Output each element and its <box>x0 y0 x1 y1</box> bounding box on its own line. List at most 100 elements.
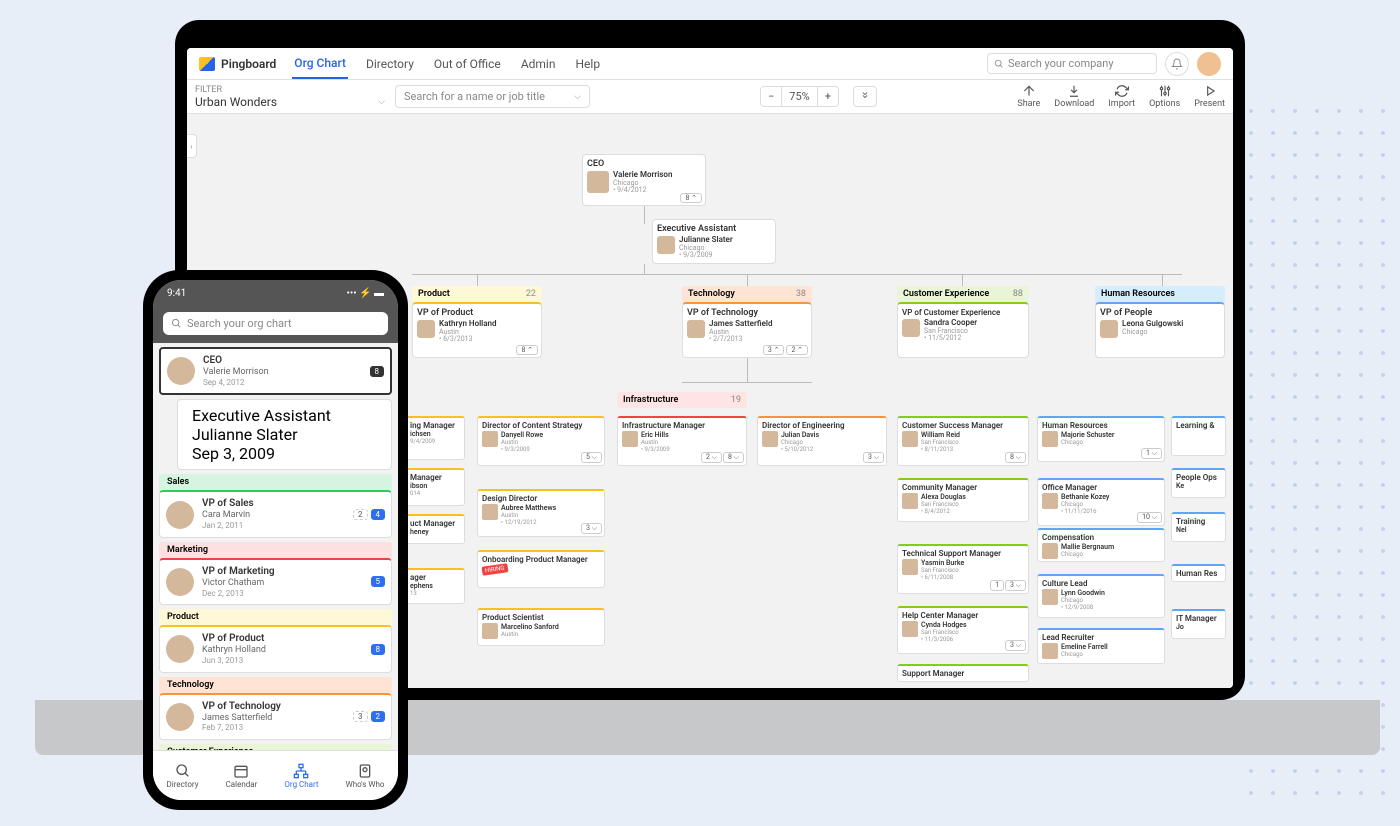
partial-card[interactable]: uct Manager heney <box>405 514 465 544</box>
dept-header-hr[interactable]: Human Resources <box>1095 286 1225 302</box>
content-strategy-card[interactable]: Director of Content Strategy Danyell Row… <box>477 416 605 466</box>
badge[interactable]: 8 <box>371 644 386 655</box>
phone-search-input[interactable]: Search your org chart <box>163 312 388 335</box>
options-button[interactable]: Options <box>1149 84 1180 109</box>
play-icon <box>1203 84 1217 98</box>
expand-button[interactable] <box>853 86 877 107</box>
connector <box>1162 274 1163 286</box>
community-mgr-card[interactable]: Community Manager Alexa DouglasSan Franc… <box>897 478 1029 522</box>
count-badge[interactable]: 8 ⌃ <box>516 345 538 355</box>
card-title: Executive Assistant <box>657 224 771 234</box>
count-badge[interactable]: 8 ⌃ <box>680 193 702 203</box>
nav-directory[interactable]: Directory <box>364 50 416 78</box>
ea-card[interactable]: Executive Assistant Julianne Slater Chic… <box>652 219 776 264</box>
share-button[interactable]: Share <box>1017 84 1040 109</box>
phone-vp-marketing-card[interactable]: VP of MarketingVictor ChathamDec 2, 2013… <box>159 558 392 605</box>
avatar <box>657 236 675 254</box>
dept-header-infrastructure[interactable]: Infrastructure19 <box>617 392 747 408</box>
search-name-input[interactable]: Search for a name or job title ⌵ <box>395 85 590 108</box>
phone-vp-product-card[interactable]: VP of ProductKathryn HollandJun 3, 2013 … <box>159 625 392 672</box>
download-button[interactable]: Download <box>1054 84 1094 109</box>
import-button[interactable]: Import <box>1108 84 1135 109</box>
dept-header-cx[interactable]: Customer Experience88 <box>897 286 1029 302</box>
nav-admin[interactable]: Admin <box>519 50 558 78</box>
phone-vp-sales-card[interactable]: VP of SalesCara MarvinJan 2, 2011 24 <box>159 490 392 537</box>
badge[interactable]: 3 ⌵ <box>1005 640 1026 651</box>
side-panel-toggle[interactable]: › <box>187 134 197 158</box>
csm-card[interactable]: Customer Success Manager William ReidSan… <box>897 416 1029 466</box>
connector <box>644 206 645 224</box>
vp-product-card[interactable]: VP of Product Kathryn HollandAustin• 6/3… <box>412 302 542 358</box>
badge[interactable]: 10 ⌵ <box>1137 512 1162 523</box>
compensation-card[interactable]: Compensation Mallie BergnaumChicago <box>1037 528 1165 562</box>
badge[interactable]: 8 ⌵ <box>1005 452 1026 463</box>
filter-value: Urban Wonders <box>195 95 277 109</box>
badge[interactable]: 5 <box>371 576 386 587</box>
dir-engineering-card[interactable]: Director of Engineering Julian DavisChic… <box>757 416 887 466</box>
human-res-card[interactable]: Human Res <box>1171 564 1226 582</box>
learning-card[interactable]: Learning & <box>1171 416 1226 456</box>
training-card[interactable]: Training Nel <box>1171 512 1226 542</box>
ceo-card[interactable]: CEO Valerie Morrison Chicago • 9/4/2012 … <box>582 154 706 206</box>
partial-card[interactable]: ing Manager ichsen 9/4/2009 <box>405 416 465 460</box>
badge[interactable]: 1 ⌵ <box>1141 448 1162 459</box>
hiring-badge: HIRING <box>481 563 508 575</box>
tech-support-card[interactable]: Technical Support Manager Yasmin BurkeSa… <box>897 544 1029 594</box>
office-mgr-card[interactable]: Office Manager Bethanie KozeyChicago• 11… <box>1037 478 1165 526</box>
badge[interactable]: 4 <box>371 509 386 520</box>
avatar <box>166 501 194 529</box>
card-title: Product Scientist <box>482 613 600 622</box>
badge[interactable]: 2 <box>353 509 368 520</box>
tab-directory[interactable]: Directory <box>167 763 199 789</box>
vp-hr-card[interactable]: VP of People Leona GulgowskiChicago <box>1095 302 1225 358</box>
onboarding-pm-card[interactable]: Onboarding Product Manager HIRING <box>477 550 605 588</box>
tab-whos-who[interactable]: Who's Who <box>346 763 385 789</box>
user-avatar[interactable] <box>1197 52 1221 76</box>
phone-vp-technology-card[interactable]: VP of TechnologyJames SatterfieldFeb 7, … <box>159 693 392 740</box>
notifications-button[interactable] <box>1165 52 1189 76</box>
vp-technology-card[interactable]: VP of Technology James SatterfieldAustin… <box>682 302 812 358</box>
badge[interactable]: 8 ⌵ <box>723 452 744 463</box>
badge[interactable]: 3 <box>353 711 368 722</box>
tab-calendar[interactable]: Calendar <box>226 763 258 789</box>
partial-card[interactable]: ager ephens 13 <box>405 568 465 604</box>
badge[interactable]: 2 ⌵ <box>701 452 722 463</box>
badge[interactable]: 1 <box>990 580 1004 591</box>
badge[interactable]: 3 ⌵ <box>863 452 884 463</box>
vp-cx-card[interactable]: VP of Customer Experience Sandra CooperS… <box>897 302 1029 358</box>
dept-header-technology[interactable]: Technology38 <box>682 286 812 302</box>
product-scientist-card[interactable]: Product Scientist Marcelino SanfordAusti… <box>477 608 605 646</box>
connector <box>747 274 748 286</box>
nav-out-of-office[interactable]: Out of Office <box>432 50 503 78</box>
nav-help[interactable]: Help <box>573 50 602 78</box>
share-icon <box>1022 84 1036 98</box>
partial-card[interactable]: Manager ibson 014 <box>405 468 465 506</box>
phone-ceo-card[interactable]: CEOValerie MorrisonSep 4, 2012 8 <box>159 347 392 395</box>
tab-org-chart[interactable]: Org Chart <box>284 763 318 789</box>
support-mgr-card[interactable]: Support Manager <box>897 664 1029 682</box>
zoom-out-button[interactable]: − <box>761 87 782 106</box>
present-button[interactable]: Present <box>1194 84 1225 109</box>
culture-lead-card[interactable]: Culture Lead Lynn GoodwinChicago• 12/9/2… <box>1037 574 1165 618</box>
it-mgr-card[interactable]: IT Manager Jo <box>1171 609 1226 639</box>
badge[interactable]: 3 ⌵ <box>1005 580 1026 591</box>
lead-recruiter-card[interactable]: Lead Recruiter Emeline FarrellChicago <box>1037 628 1165 664</box>
count-badge[interactable]: 3 ⌃ <box>763 345 785 355</box>
count-badge[interactable]: 2 ⌃ <box>786 345 808 355</box>
zoom-in-button[interactable]: + <box>818 87 838 106</box>
dept-header-product[interactable]: Product22 <box>412 286 542 302</box>
nav-org-chart[interactable]: Org Chart <box>292 49 348 79</box>
hr-card[interactable]: Human Resources Majorie SchusterChicago … <box>1037 416 1165 462</box>
people-ops-card[interactable]: People Ops Ke <box>1171 468 1226 498</box>
search-company-input[interactable]: Search your company <box>987 53 1157 74</box>
toolbar: FILTER Urban Wonders⌵ Search for a name … <box>187 80 1233 114</box>
badge[interactable]: 2 <box>371 711 386 722</box>
badge[interactable]: 5 ⌵ <box>581 452 602 463</box>
help-center-card[interactable]: Help Center Manager Cynda HodgesSan Fran… <box>897 606 1029 654</box>
infra-manager-card[interactable]: Infrastructure Manager Eric HillsAustin•… <box>617 416 747 466</box>
design-director-card[interactable]: Design Director Aubree MatthewsAustin• 1… <box>477 489 605 537</box>
filter-dropdown[interactable]: FILTER Urban Wonders⌵ <box>195 85 385 109</box>
badge[interactable]: 8 <box>370 366 385 377</box>
badge[interactable]: 3 ⌵ <box>581 523 602 534</box>
phone-ea-card[interactable]: Executive AssistantJulianne SlaterSep 3,… <box>177 399 392 470</box>
